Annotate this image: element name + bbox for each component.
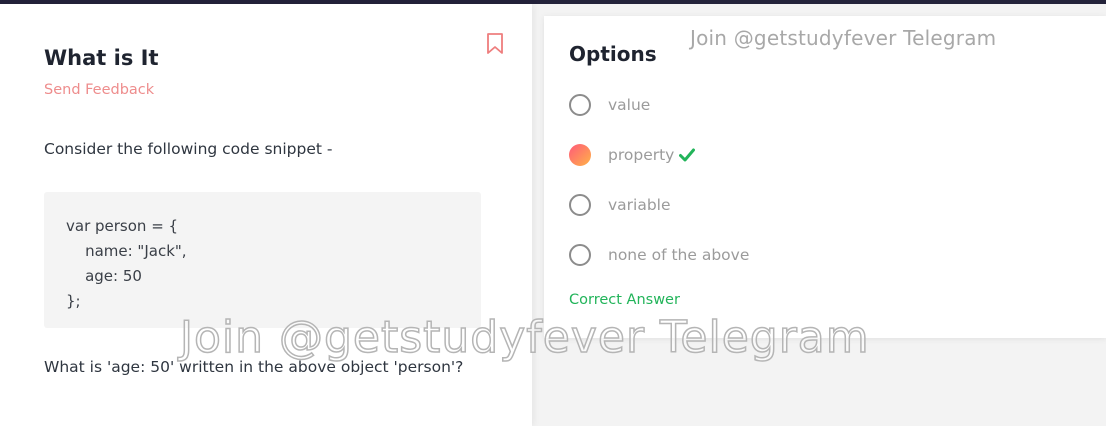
option-value[interactable]: value — [569, 92, 650, 118]
question-prompt: Consider the following code snippet - — [44, 140, 333, 158]
watermark-text: Join @getstudyfever Telegram — [690, 26, 997, 50]
option-property[interactable]: property — [569, 142, 696, 168]
bookmark-icon[interactable] — [486, 33, 504, 55]
options-panel: Options value property variable none of … — [544, 16, 1106, 338]
radio-button[interactable] — [569, 94, 591, 116]
code-line: age: 50 — [66, 267, 142, 285]
watermark-overlay: Join @getstudyfever Telegram — [179, 311, 870, 364]
option-label: property — [608, 146, 675, 164]
option-variable[interactable]: variable — [569, 192, 671, 218]
correct-answer-label: Correct Answer — [569, 292, 680, 308]
send-feedback-link[interactable]: Send Feedback — [44, 82, 154, 98]
option-label: variable — [608, 196, 671, 214]
code-line: var person = { — [66, 217, 179, 235]
check-icon — [679, 148, 696, 162]
code-line: name: "Jack", — [66, 242, 187, 260]
radio-button[interactable] — [569, 194, 591, 216]
code-line: }; — [66, 292, 81, 310]
option-label: value — [608, 96, 651, 114]
code-snippet: var person = { name: "Jack", age: 50 }; — [44, 192, 481, 328]
options-heading: Options — [569, 42, 657, 66]
radio-button-selected[interactable] — [569, 144, 591, 166]
question-title: What is It — [44, 46, 159, 70]
option-none-of-the-above[interactable]: none of the above — [569, 242, 749, 268]
radio-button[interactable] — [569, 244, 591, 266]
option-label: none of the above — [608, 246, 750, 264]
